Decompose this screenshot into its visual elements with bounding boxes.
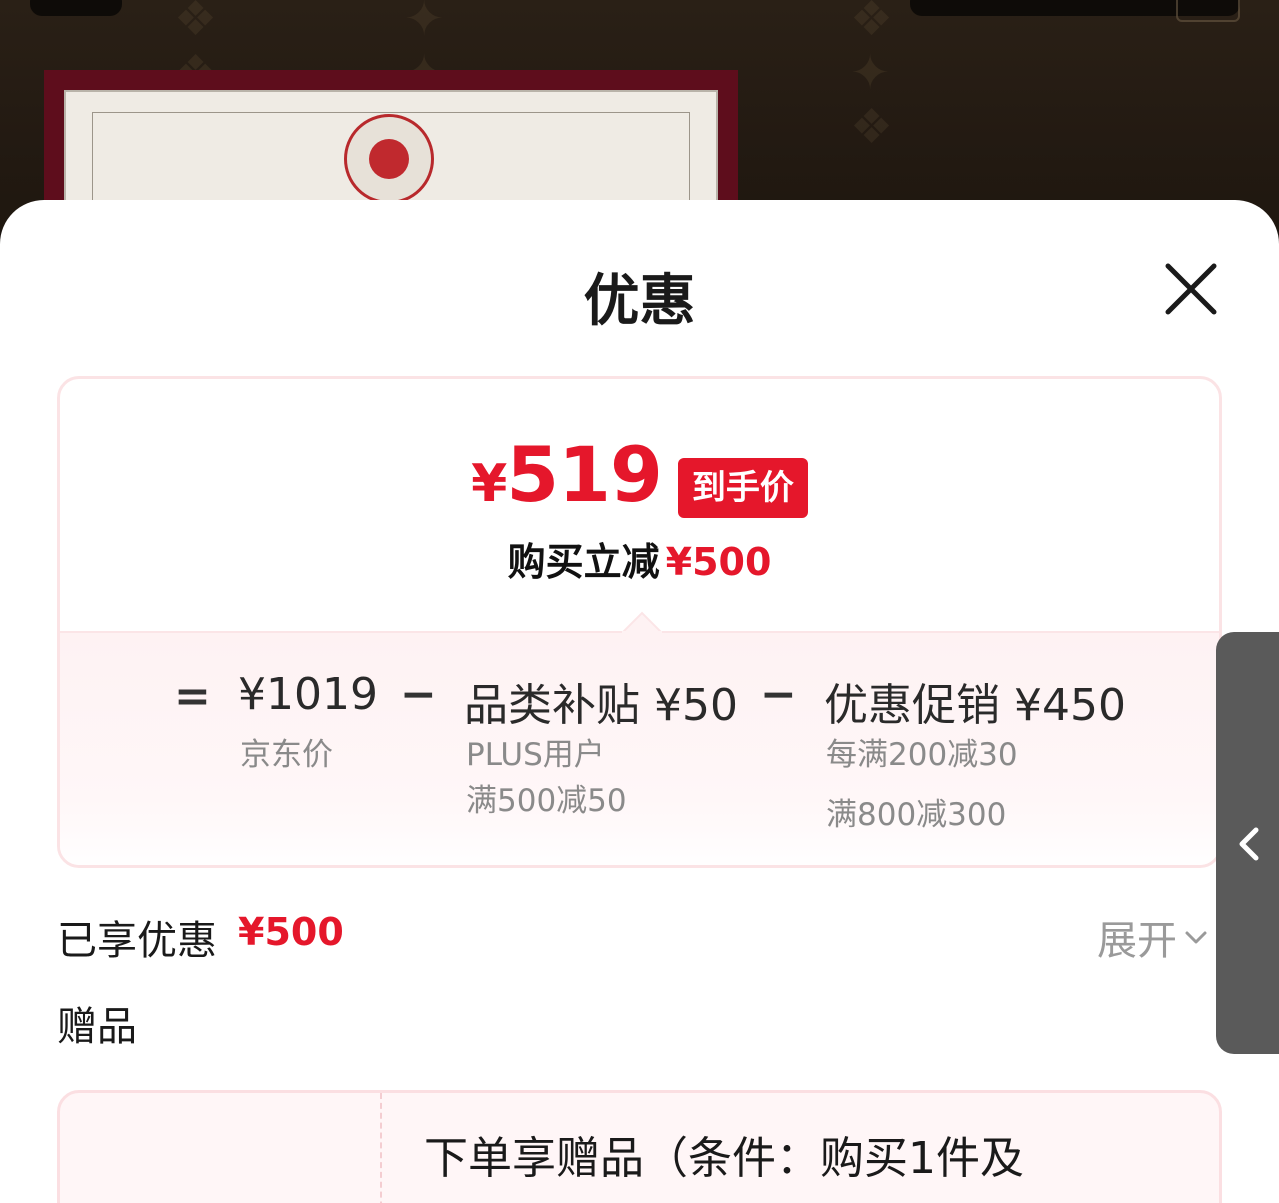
gift-card[interactable]: 下单享赠品（条件：购买1件及 (57, 1090, 1222, 1203)
caret-pointer (622, 611, 662, 633)
jd-price-label: 京东价 (240, 737, 333, 773)
price-summary-card: ¥519 到手价 购买立减 ¥500 = ¥1019 京东价 − 品类补贴 ¥50… (57, 376, 1222, 868)
background-product-page: ❖❖ ✦✦ ❖✦❖ (0, 0, 1279, 230)
discount-line: 购买立减 ¥500 (60, 531, 1219, 586)
background-seal-logo (344, 114, 434, 204)
side-drawer-tab[interactable] (1216, 632, 1279, 1054)
background-decoration: ❖ ✦ ❖ (850, 0, 894, 155)
close-button[interactable] (1160, 258, 1222, 320)
applied-discount-amount: ¥500 (238, 910, 344, 954)
promotion-value: 优惠促销 ¥450 (824, 680, 1126, 731)
final-price: ¥519 (471, 430, 663, 519)
discount-amount: ¥500 (665, 540, 772, 584)
sheet-title: 优惠 (583, 269, 696, 334)
expand-button[interactable]: 展开 (1097, 908, 1209, 966)
category-subsidy-condition: 满500减50 (466, 783, 627, 819)
category-subsidy-value: 品类补贴 ¥50 (464, 680, 738, 731)
price-breakdown: = ¥1019 京东价 − 品类补贴 ¥50 PLUS用户 满500减50 − … (60, 611, 1219, 865)
category-subsidy-condition: PLUS用户 (466, 737, 605, 773)
close-icon (1165, 263, 1217, 315)
promotion-condition: 每满200减30 (826, 737, 1018, 773)
equals-sign: = (174, 671, 211, 722)
applied-discount-label: 已享优惠 (57, 918, 217, 964)
discount-label: 购买立减 (507, 540, 660, 584)
chevron-left-icon (1239, 827, 1259, 861)
final-price-tag: 到手价 (677, 458, 808, 518)
chevron-down-icon (1185, 931, 1207, 944)
minus-sign: − (400, 669, 437, 720)
gift-section-label: 赠品 (57, 1004, 137, 1050)
promotions-sheet: 优惠 ¥519 到手价 购买立减 ¥500 = ¥1019 京东价 − 品类补贴 … (0, 200, 1279, 1203)
background-status-pill (30, 0, 122, 16)
background-badge (1176, 0, 1240, 22)
gift-divider (380, 1093, 382, 1203)
expand-label: 展开 (1097, 918, 1177, 964)
gift-description: 下单享赠品（条件：购买1件及 (424, 1133, 1024, 1184)
final-price-row: ¥519 到手价 (60, 435, 1219, 524)
jd-price-value: ¥1019 (238, 669, 378, 720)
minus-sign: − (760, 669, 797, 720)
promotion-condition: 满800减300 (826, 797, 1007, 833)
